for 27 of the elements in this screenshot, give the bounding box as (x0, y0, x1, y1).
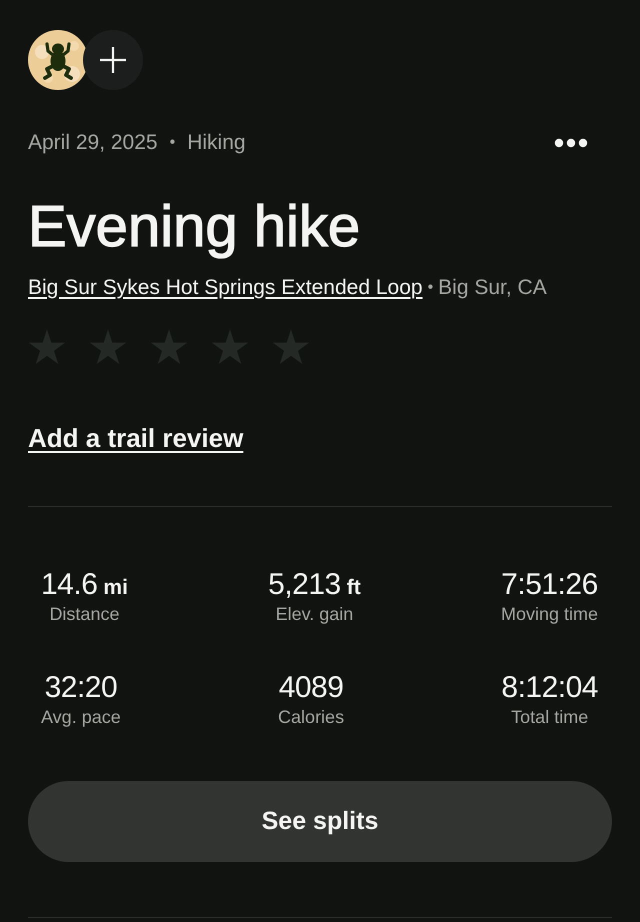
stat-value: 32:20 (44, 670, 118, 705)
activity-title: Evening hike (28, 196, 362, 258)
plus-icon (100, 47, 126, 73)
more-button[interactable] (554, 138, 588, 148)
frog-avatar-icon (28, 30, 88, 90)
stat-label: Calories (278, 706, 344, 729)
stat-label: Distance (49, 603, 120, 626)
location-text: Big Sur, CA (438, 275, 547, 301)
stat-unit: mi (103, 575, 128, 601)
stat-unit: ft (346, 575, 361, 601)
stat-value: 8:12:04 (501, 670, 598, 705)
stat-label: Avg. pace (41, 706, 121, 729)
stat-label: Total time (511, 706, 588, 729)
stat-label: Moving time (500, 603, 598, 626)
date-text: April 29, 2025 (28, 130, 158, 156)
trail-link[interactable]: Big Sur Sykes Hot Springs Extended Loop (28, 274, 423, 302)
stat-value: 7:51:26 (501, 567, 598, 602)
separator-bullet: • (170, 133, 176, 153)
stat-value: 4089 (278, 670, 344, 705)
more-icon (554, 138, 588, 148)
review-link[interactable]: Add a trail review (28, 422, 244, 454)
activity-type-text: Hiking (187, 130, 246, 156)
stat-value: 5,213 (268, 567, 341, 602)
splits-button[interactable]: See splits (28, 781, 612, 862)
separator-bullet: • (428, 278, 434, 298)
stat-value: 14.6 (41, 567, 98, 602)
stat-label: Elev. gain (276, 603, 354, 626)
